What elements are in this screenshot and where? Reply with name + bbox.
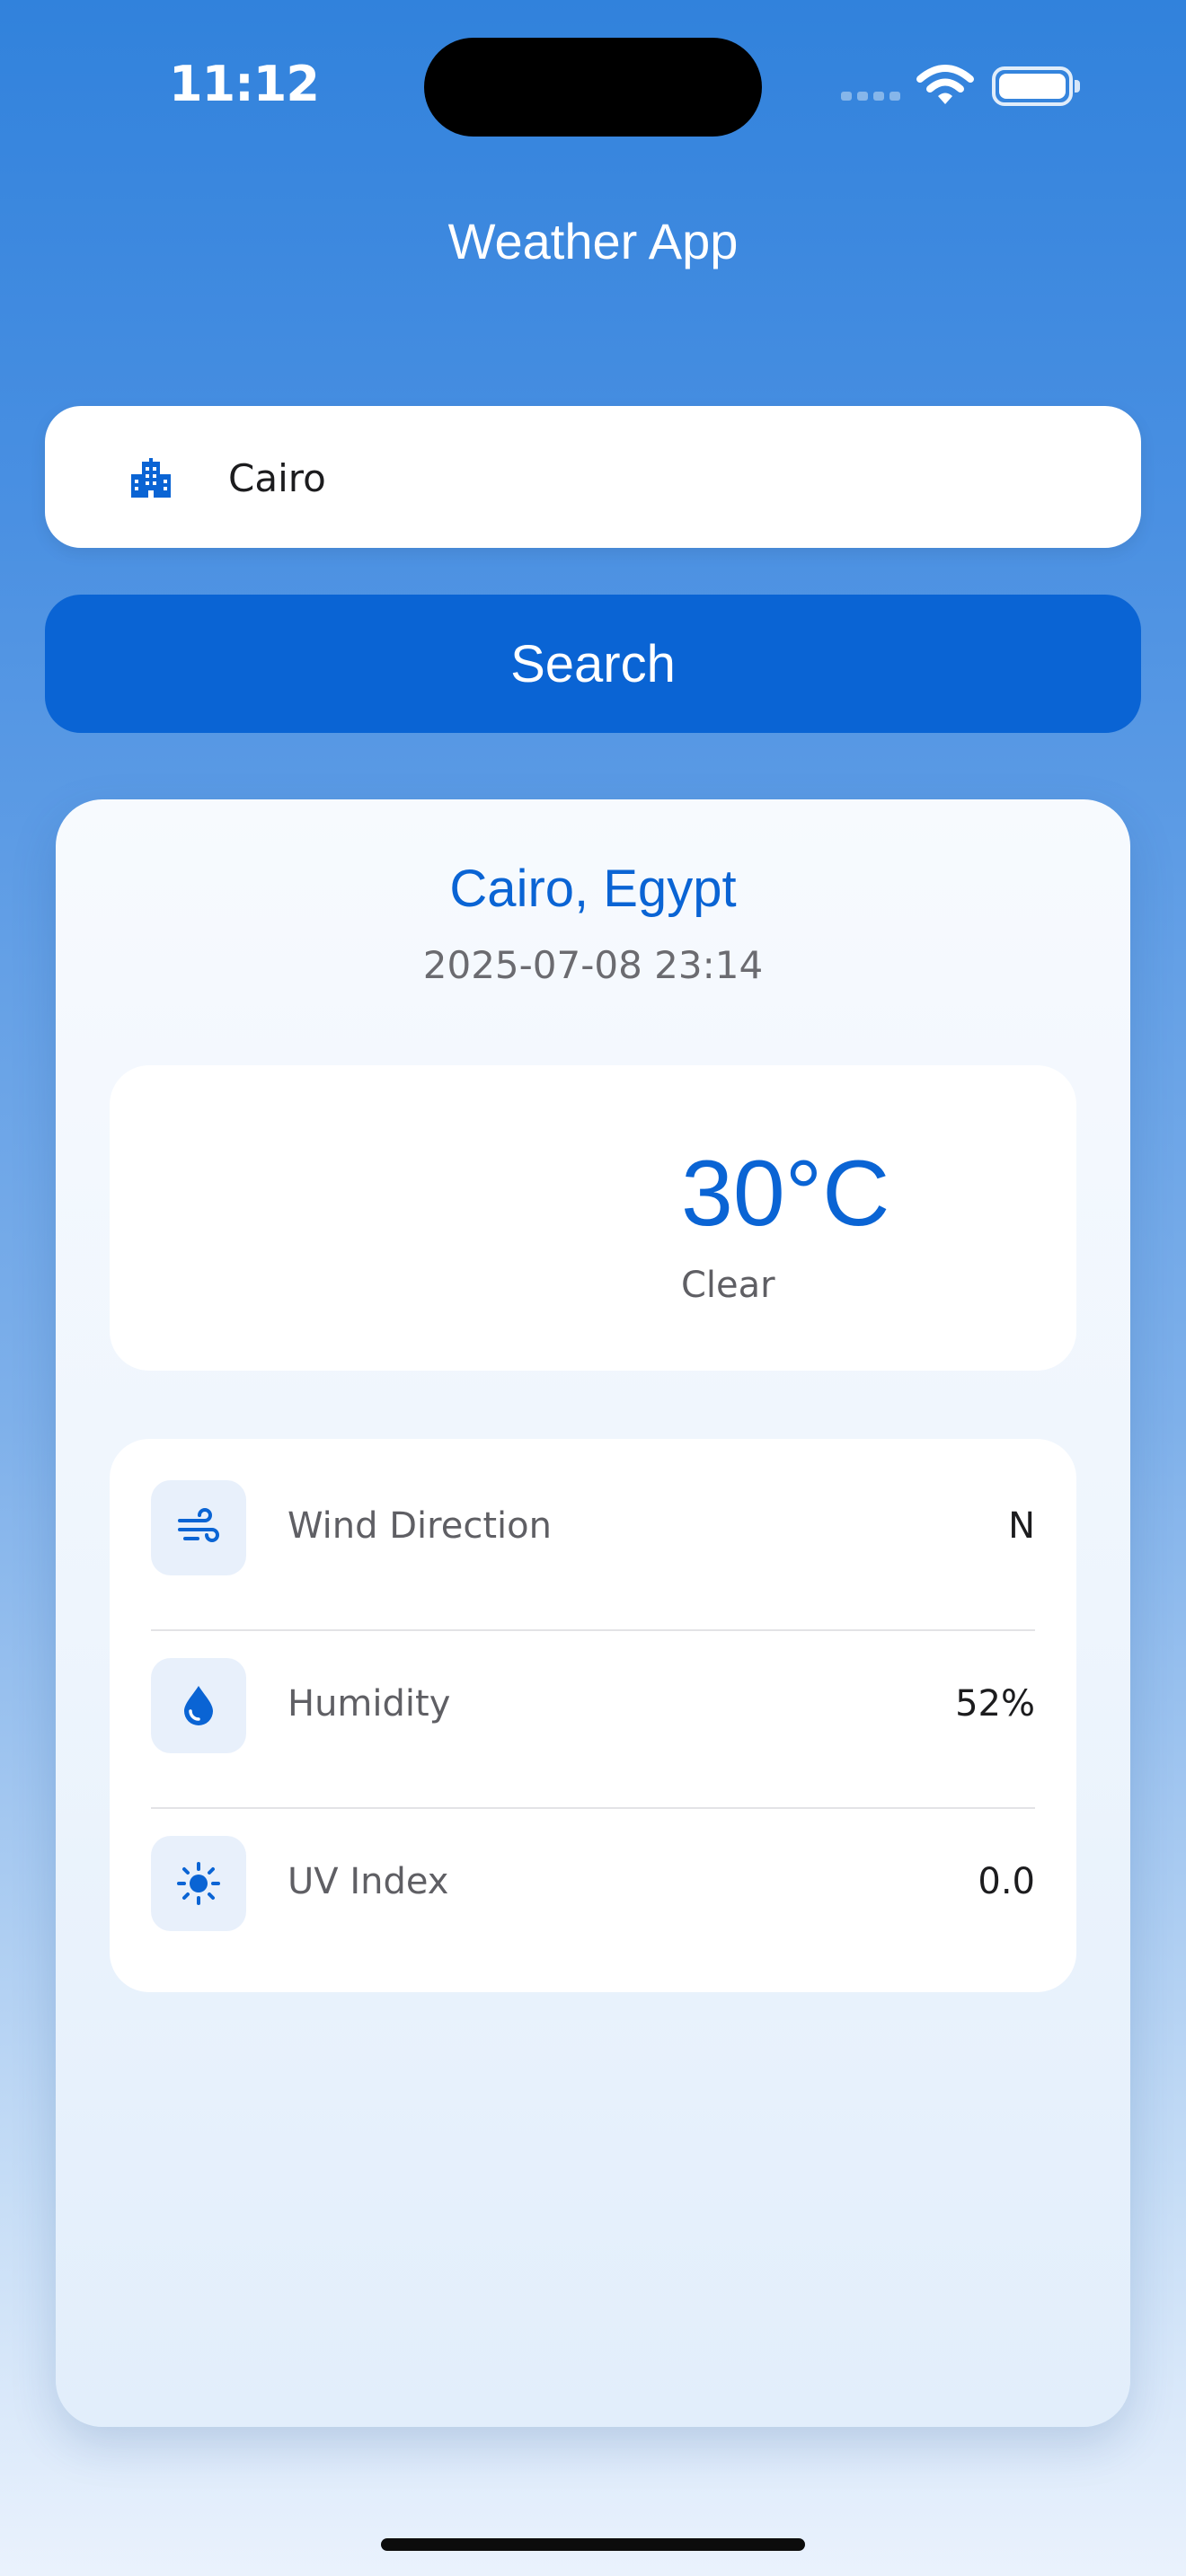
detail-value: 0.0 [978, 1861, 1035, 1902]
sun-icon-tile [151, 1836, 246, 1931]
detail-row-uv-index: UV Index 0.0 [110, 1795, 1076, 1972]
app-title: Weather App [447, 213, 739, 269]
moon-icon [498, 1180, 532, 1248]
city-search-field[interactable] [45, 406, 1141, 548]
weather-details-card: Wind Direction N Humidity 52% UV Index 0… [110, 1439, 1076, 1992]
condition-text: Clear [681, 1265, 775, 1306]
detail-label: Humidity [288, 1683, 451, 1725]
wind-icon-tile [151, 1480, 246, 1575]
wifi-icon [916, 65, 974, 104]
detail-value: N [1008, 1505, 1035, 1547]
cellular-signal-icon [841, 92, 900, 101]
detail-row-wind: Wind Direction N [110, 1439, 1076, 1617]
local-datetime: 2025-07-08 23:14 [422, 943, 764, 987]
status-time: 11:12 [169, 56, 320, 112]
battery-icon [992, 66, 1080, 106]
sun-icon [177, 1862, 220, 1905]
weather-result-card: Cairo, Egypt 2025-07-08 23:14 30°C Clear… [56, 799, 1130, 2427]
droplet-icon-tile [151, 1658, 246, 1753]
detail-row-humidity: Humidity 52% [110, 1617, 1076, 1795]
home-indicator[interactable] [381, 2538, 805, 2551]
city-buildings-icon [131, 458, 171, 498]
location-title: Cairo, Egypt [449, 860, 737, 918]
droplet-icon [184, 1686, 213, 1725]
temperature-value: 30°C [681, 1142, 890, 1246]
city-search-input[interactable] [228, 442, 1109, 514]
detail-label: UV Index [288, 1861, 449, 1902]
search-button[interactable]: Search [45, 595, 1141, 733]
dynamic-island [424, 38, 762, 137]
wind-icon [178, 1508, 219, 1542]
detail-label: Wind Direction [288, 1505, 552, 1547]
detail-value: 52% [955, 1683, 1035, 1725]
temperature-card: 30°C Clear [110, 1065, 1076, 1371]
